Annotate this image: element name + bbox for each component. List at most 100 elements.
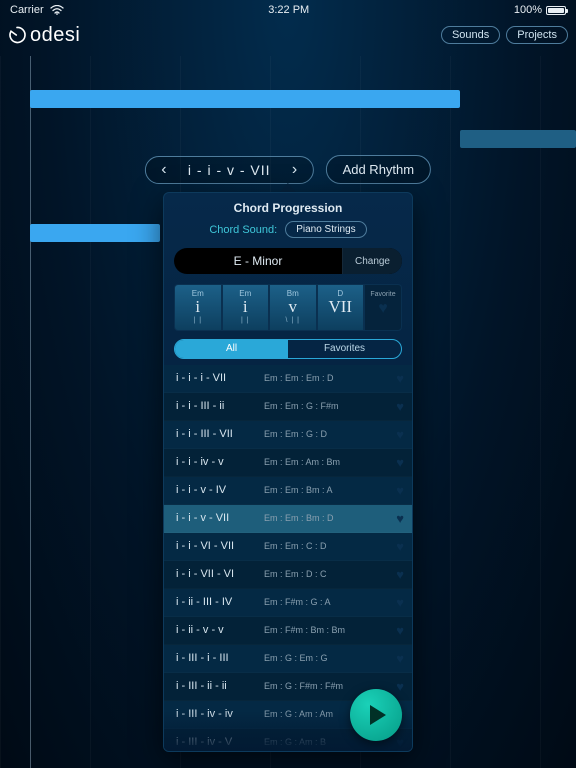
chord-tile-roman: VII	[318, 298, 364, 317]
heart-icon[interactable]: ♥	[396, 399, 404, 414]
progression-row[interactable]: i - ii - III - IVEm : F#m : G : A♥	[164, 589, 412, 617]
chord-tile-rhythm: \ | |	[270, 317, 316, 324]
carrier-label: Carrier	[10, 4, 44, 16]
battery-percent: 100%	[514, 4, 542, 16]
chord-sound-row: Chord Sound: Piano Strings	[164, 221, 412, 248]
status-bar: Carrier 3:22 PM 100%	[0, 0, 576, 20]
heart-icon[interactable]: ♥	[396, 371, 404, 386]
progression-row[interactable]: i - i - i - VIIEm : Em : Em : D♥	[164, 365, 412, 393]
key-label: E - Minor	[174, 254, 342, 268]
progression-selector: ‹ i - i - v - VII ›	[145, 156, 314, 184]
heart-icon[interactable]: ♥	[396, 539, 404, 554]
chord-tile[interactable]: Bm v \ | |	[269, 284, 317, 331]
heart-icon[interactable]: ♥	[396, 651, 404, 666]
row-progression: i - i - VII - VI	[176, 568, 264, 580]
progression-row[interactable]: i - i - v - VIIEm : Em : Bm : D♥	[164, 505, 412, 533]
clock: 3:22 PM	[64, 4, 514, 16]
progression-selector-bar: ‹ i - i - v - VII › Add Rhythm	[145, 155, 431, 184]
progression-row[interactable]: i - i - iv - vEm : Em : Am : Bm♥	[164, 449, 412, 477]
chord-tile-rhythm: | |	[175, 317, 221, 324]
chord-tiles: Em i | | Em i | | Bm v \ | | D VII Favor…	[174, 284, 402, 331]
row-progression: i - i - i - VII	[176, 372, 264, 384]
chord-tile-roman: i	[223, 298, 269, 317]
row-progression: i - ii - v - v	[176, 624, 264, 636]
current-progression-label[interactable]: i - i - v - VII	[174, 162, 285, 178]
row-chords: Em : Em : D : C	[264, 569, 396, 579]
projects-button[interactable]: Projects	[506, 26, 568, 44]
battery-icon	[546, 6, 566, 15]
chord-tile[interactable]: Em i | |	[174, 284, 222, 331]
heart-icon: ♥	[378, 298, 388, 318]
chord-sound-label: Chord Sound:	[209, 224, 277, 236]
row-progression: i - III - iv - iv	[176, 708, 264, 720]
favorite-tile-label: Favorite	[370, 289, 395, 298]
row-chords: Em : Em : Em : D	[264, 373, 396, 383]
app-logo: odesi	[8, 24, 80, 47]
row-chords: Em : Em : Am : Bm	[264, 457, 396, 467]
chord-tile[interactable]: D VII	[317, 284, 365, 331]
midi-block[interactable]	[460, 130, 576, 148]
row-progression: i - ii - III - IV	[176, 596, 264, 608]
favorite-tile[interactable]: Favorite ♥	[364, 284, 402, 331]
row-chords: Em : Em : Bm : A	[264, 485, 396, 495]
row-progression: i - i - III - ii	[176, 400, 264, 412]
heart-icon[interactable]: ♥	[396, 623, 404, 638]
row-progression: i - III - iv - V	[176, 736, 264, 748]
progression-row[interactable]: i - i - III - iiEm : Em : G : F#m♥	[164, 393, 412, 421]
panel-title: Chord Progression	[164, 193, 412, 221]
chord-sound-select[interactable]: Piano Strings	[285, 221, 366, 238]
segment-favorites[interactable]: Favorites	[288, 340, 401, 358]
row-progression: i - i - v - IV	[176, 484, 264, 496]
row-chords: Em : Em : G : D	[264, 429, 396, 439]
midi-block[interactable]	[30, 224, 160, 242]
brand-name: odesi	[30, 24, 80, 47]
row-progression: i - III - ii - ii	[176, 680, 264, 692]
heart-icon[interactable]: ♥	[396, 483, 404, 498]
timeline-start-line	[30, 56, 31, 768]
sounds-button[interactable]: Sounds	[441, 26, 500, 44]
progression-row[interactable]: i - III - i - IIIEm : G : Em : G♥	[164, 645, 412, 673]
progression-row[interactable]: i - ii - v - vEm : F#m : Bm : Bm♥	[164, 617, 412, 645]
heart-icon[interactable]: ♥	[396, 679, 404, 694]
next-progression-button[interactable]: ›	[285, 161, 305, 179]
heart-icon[interactable]: ♥	[396, 595, 404, 610]
progression-row[interactable]: i - i - VII - VIEm : Em : D : C♥	[164, 561, 412, 589]
chord-tile-roman: v	[270, 298, 316, 317]
chord-progression-panel: Chord Progression Chord Sound: Piano Str…	[163, 192, 413, 752]
row-chords: Em : G : Em : G	[264, 653, 396, 663]
row-chords: Em : F#m : G : A	[264, 597, 396, 607]
row-progression: i - i - v - VII	[176, 512, 264, 524]
row-progression: i - i - VI - VII	[176, 540, 264, 552]
wifi-icon	[50, 5, 64, 15]
heart-icon[interactable]: ♥	[396, 567, 404, 582]
heart-icon[interactable]: ♥	[396, 511, 404, 526]
row-progression: i - III - i - III	[176, 652, 264, 664]
progression-row[interactable]: i - i - v - IVEm : Em : Bm : A♥	[164, 477, 412, 505]
play-button[interactable]	[350, 689, 402, 741]
selector-pointer-icon	[280, 183, 296, 192]
heart-icon[interactable]: ♥	[396, 735, 404, 750]
list-filter-segment: All Favorites	[174, 339, 402, 359]
chord-tile[interactable]: Em i | |	[222, 284, 270, 331]
prev-progression-button[interactable]: ‹	[154, 161, 174, 179]
midi-block[interactable]	[30, 90, 460, 108]
row-chords: Em : Em : C : D	[264, 541, 396, 551]
row-chords: Em : Em : G : F#m	[264, 401, 396, 411]
progression-row[interactable]: i - i - III - VIIEm : Em : G : D♥	[164, 421, 412, 449]
segment-all[interactable]: All	[175, 340, 288, 358]
key-row: E - Minor Change	[174, 248, 402, 274]
logo-icon	[8, 26, 26, 44]
row-progression: i - i - iv - v	[176, 456, 264, 468]
heart-icon[interactable]: ♥	[396, 427, 404, 442]
progression-row[interactable]: i - i - VI - VIIEm : Em : C : D♥	[164, 533, 412, 561]
add-rhythm-button[interactable]: Add Rhythm	[326, 155, 432, 184]
row-progression: i - i - III - VII	[176, 428, 264, 440]
row-chords: Em : Em : Bm : D	[264, 513, 396, 523]
app-header: odesi Sounds Projects	[0, 20, 576, 50]
chord-tile-roman: i	[175, 298, 221, 317]
heart-icon[interactable]: ♥	[396, 455, 404, 470]
play-icon	[368, 703, 388, 727]
chord-tile-rhythm: | |	[223, 317, 269, 324]
change-key-button[interactable]: Change	[342, 248, 402, 274]
row-chords: Em : F#m : Bm : Bm	[264, 625, 396, 635]
